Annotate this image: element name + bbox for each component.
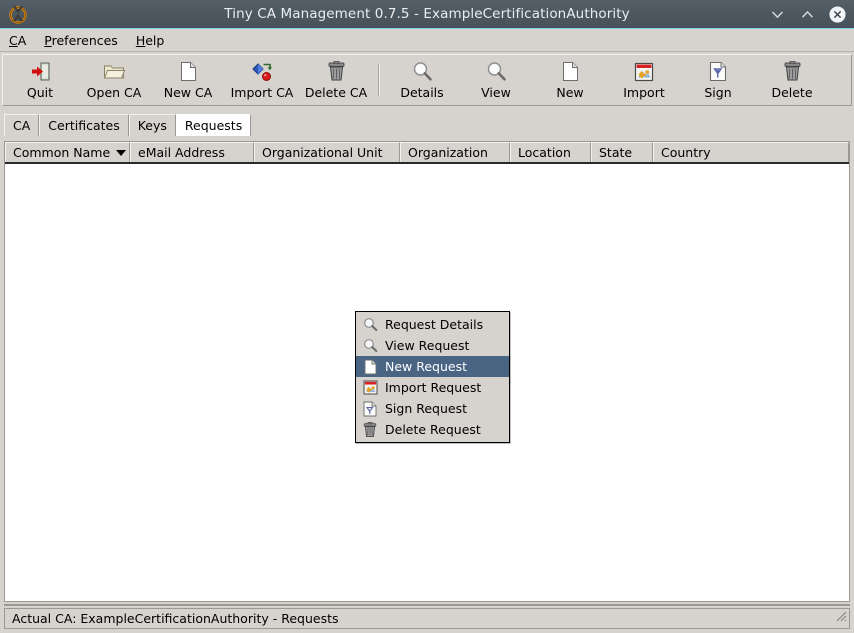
context-menu-label-new-request: New Request: [385, 359, 468, 374]
column-header-email-address-label: eMail Address: [138, 145, 225, 160]
context-menu-label-request-details: Request Details: [385, 317, 484, 332]
context-menu: Request Details View Request New Request: [355, 311, 510, 443]
titlebar[interactable]: Tiny CA Management 0.7.5 - ExampleCertif…: [0, 0, 854, 29]
new-document-icon: [562, 61, 579, 83]
quit-icon: [30, 61, 51, 83]
column-header-organizational-unit[interactable]: Organizational Unit: [254, 142, 400, 162]
column-header-common-name-label: Common Name: [13, 145, 111, 160]
tab-keys[interactable]: Keys: [128, 114, 176, 136]
context-menu-item-import-request[interactable]: Import Request: [356, 377, 509, 398]
menubar-item-preferences[interactable]: Preferences: [35, 31, 127, 50]
toolbar-button-new-ca[interactable]: New CA: [151, 56, 225, 104]
folder-open-icon: [103, 61, 125, 83]
column-header-country-label: Country: [661, 145, 711, 160]
context-menu-label-delete-request: Delete Request: [385, 422, 481, 437]
new-document-icon: [362, 359, 378, 375]
window-controls: [769, 0, 846, 29]
toolbar-label-sign: Sign: [704, 84, 732, 100]
toolbar-label-view: View: [481, 84, 511, 100]
menubar-item-ca[interactable]: CA: [0, 31, 35, 50]
toolbar-button-sign[interactable]: Sign: [681, 56, 755, 104]
context-menu-label-sign-request: Sign Request: [385, 401, 468, 416]
magnifier-icon: [362, 317, 378, 333]
menubar: CA Preferences Help: [0, 30, 854, 52]
menubar-item-help[interactable]: Help: [127, 31, 174, 50]
menubar-item-preferences-rest: references: [51, 33, 118, 48]
import-picture-icon: [634, 61, 654, 83]
column-header-location-label: Location: [518, 145, 571, 160]
toolbar-button-details[interactable]: Details: [385, 56, 459, 104]
context-menu-item-request-details[interactable]: Request Details: [356, 314, 509, 335]
toolbar-label-quit: Quit: [26, 84, 54, 100]
resize-grip-icon[interactable]: [833, 607, 847, 626]
column-header-country[interactable]: Country: [653, 142, 849, 162]
toolbar-label-details: Details: [400, 84, 444, 100]
magnifier-icon: [412, 61, 433, 83]
toolbar-label-new-ca: New CA: [163, 84, 213, 100]
column-header-organization[interactable]: Organization: [400, 142, 510, 162]
menubar-item-preferences-accel: P: [44, 33, 52, 48]
context-menu-item-delete-request[interactable]: Delete Request: [356, 419, 509, 440]
trash-icon: [362, 421, 378, 438]
sign-document-icon: [709, 61, 727, 83]
toolbar-button-view[interactable]: View: [459, 56, 533, 104]
toolbar-label-import: Import: [623, 84, 665, 100]
toolbar-label-open-ca: Open CA: [86, 84, 142, 100]
menubar-item-ca-rest: A: [17, 33, 27, 48]
toolbar-label-delete-ca: Delete CA: [304, 84, 368, 100]
toolbar-button-import[interactable]: Import: [607, 56, 681, 104]
context-menu-item-new-request[interactable]: New Request: [356, 356, 509, 377]
sort-descending-icon: [116, 149, 127, 156]
new-document-icon: [180, 61, 197, 83]
magnifier-icon: [486, 61, 507, 83]
toolbar-button-import-ca[interactable]: Import CA: [225, 56, 299, 104]
import-picture-icon: [362, 380, 378, 396]
toolbar-button-new[interactable]: New: [533, 56, 607, 104]
context-menu-label-view-request: View Request: [385, 338, 470, 353]
minimize-icon[interactable]: [769, 6, 786, 23]
column-header-email-address[interactable]: eMail Address: [130, 142, 254, 162]
window-title: Tiny CA Management 0.7.5 - ExampleCertif…: [224, 6, 630, 22]
column-header-location[interactable]: Location: [510, 142, 591, 162]
column-header-common-name[interactable]: Common Name: [5, 142, 130, 162]
toolbar-button-quit[interactable]: Quit: [3, 56, 77, 104]
tab-requests[interactable]: Requests: [175, 114, 252, 136]
context-menu-item-view-request[interactable]: View Request: [356, 335, 509, 356]
toolbar-button-delete[interactable]: Delete: [755, 56, 829, 104]
magnifier-icon: [362, 338, 378, 354]
trash-icon: [783, 61, 802, 83]
toolbar-label-import-ca: Import CA: [230, 84, 294, 100]
tinyca-app-icon: [4, 2, 32, 26]
menubar-item-help-rest: elp: [145, 33, 165, 48]
trash-icon: [327, 61, 346, 83]
tab-ca[interactable]: CA: [4, 114, 40, 136]
import-ca-icon: [251, 61, 273, 83]
sign-document-icon: [362, 401, 378, 417]
toolbar-label-delete: Delete: [771, 84, 813, 100]
toolbar-separator: [378, 64, 380, 96]
application-window: Tiny CA Management 0.7.5 - ExampleCertif…: [0, 0, 854, 633]
toolbar-label-new: New: [556, 84, 584, 100]
tab-certificates[interactable]: Certificates: [39, 114, 129, 136]
column-header-state-label: State: [599, 145, 633, 160]
list-header-row: Common Name eMail Address Organizational…: [5, 142, 849, 164]
column-header-organization-label: Organization: [408, 145, 488, 160]
column-header-organizational-unit-label: Organizational Unit: [262, 145, 383, 160]
maximize-icon[interactable]: [799, 6, 816, 23]
statusbar-divider: [4, 604, 850, 606]
tabstrip: CA Certificates Keys Requests: [4, 114, 850, 136]
column-header-state[interactable]: State: [591, 142, 653, 162]
menubar-item-ca-accel: C: [9, 33, 18, 48]
context-menu-item-sign-request[interactable]: Sign Request: [356, 398, 509, 419]
toolbar-button-open-ca[interactable]: Open CA: [77, 56, 151, 104]
context-menu-label-import-request: Import Request: [385, 380, 482, 395]
menubar-item-help-accel: H: [135, 33, 146, 48]
statusbar-text: Actual CA: ExampleCertificationAuthority…: [12, 611, 339, 626]
toolbar-button-delete-ca[interactable]: Delete CA: [299, 56, 373, 104]
toolbar: Quit Open CA New CA Import CA Delete CA …: [2, 54, 852, 106]
statusbar: Actual CA: ExampleCertificationAuthority…: [4, 608, 850, 629]
close-icon[interactable]: [829, 6, 846, 23]
